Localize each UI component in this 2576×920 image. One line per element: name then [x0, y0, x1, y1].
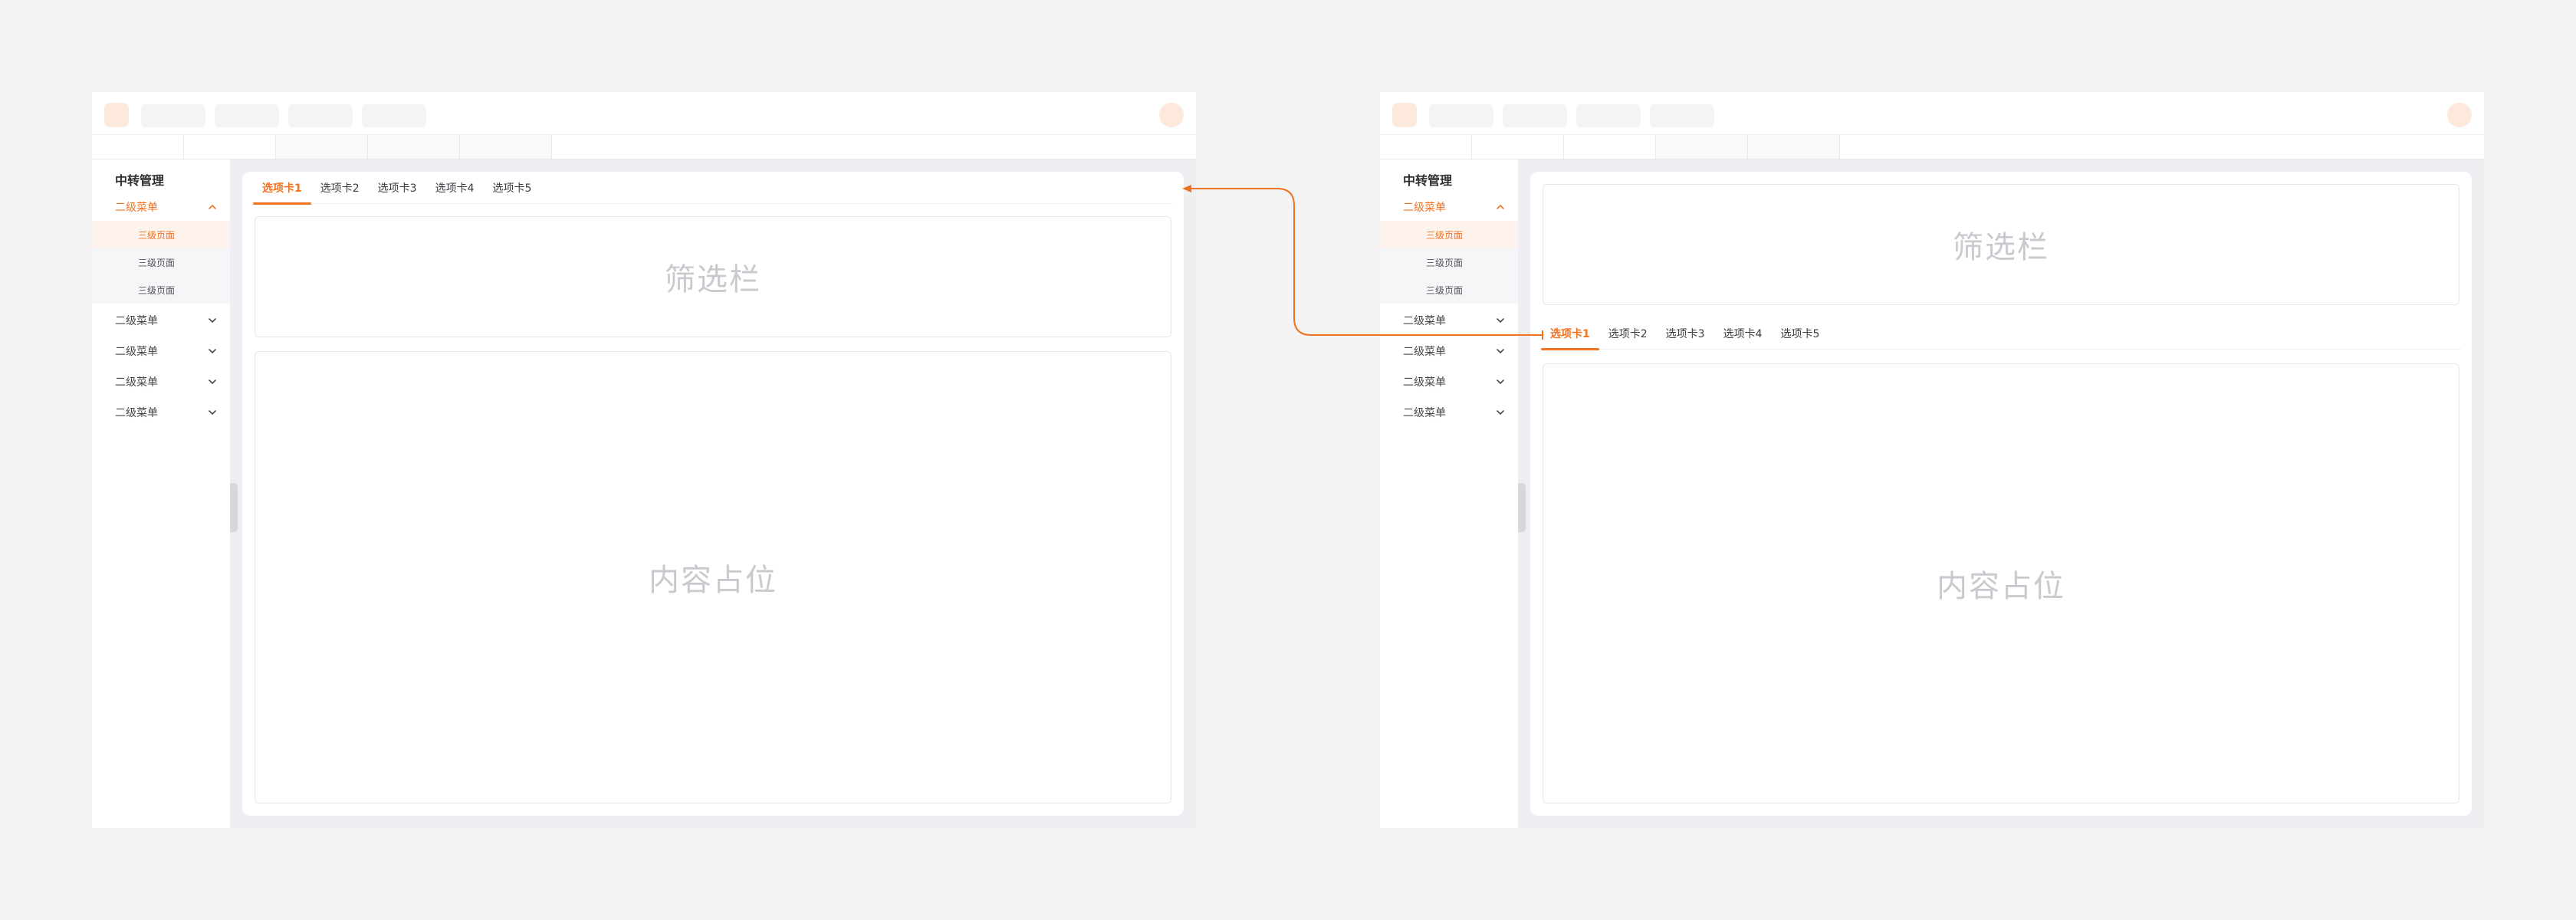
page-tab-placeholder[interactable] — [1380, 135, 1472, 159]
nav-placeholder[interactable] — [1650, 104, 1714, 127]
tab-4[interactable]: 选项卡4 — [426, 172, 484, 204]
nav-placeholder[interactable] — [215, 104, 279, 127]
filter-bar-placeholder: 筛选栏 — [1543, 184, 2459, 305]
chevron-down-icon — [1495, 376, 1506, 387]
menu-item-label: 二级菜单 — [1403, 346, 1446, 358]
nav-placeholder[interactable] — [1576, 104, 1641, 127]
sub-item-label: 三级页面 — [1426, 230, 1464, 241]
menu-item-label: 二级菜单 — [115, 315, 158, 327]
page-tab-placeholder[interactable] — [1564, 135, 1656, 159]
sidebar-collapse-handle[interactable] — [230, 483, 238, 532]
sidebar-sub-item[interactable]: 三级页面 — [92, 276, 230, 304]
page-tab-placeholder[interactable] — [276, 135, 368, 159]
tab-2[interactable]: 选项卡2 — [1599, 317, 1657, 350]
sidebar-title: 中转管理 — [1403, 173, 1453, 188]
menu-item-label: 二级菜单 — [115, 376, 158, 389]
menu-item-label: 二级菜单 — [1403, 407, 1446, 419]
sidebar-sub-item[interactable]: 三级页面 — [1380, 276, 1518, 304]
content-card: 筛选栏 选项卡1 选项卡2 选项卡3 选项卡4 选项卡5 内容占位 — [1530, 172, 2472, 816]
sidebar: 中转管理 二级菜单 三级页面 三级页面 三级页面 二级菜单 二级菜单 二级菜单 … — [92, 159, 230, 828]
logo-placeholder — [1392, 103, 1417, 127]
tab-1[interactable]: 选项卡1 — [253, 172, 311, 205]
tab-5[interactable]: 选项卡5 — [484, 172, 541, 204]
content-label: 内容占位 — [649, 563, 777, 598]
filter-bar-label: 筛选栏 — [1953, 230, 2049, 265]
sidebar-menu-item[interactable]: 二级菜单 — [1380, 337, 1518, 365]
chevron-down-icon — [207, 346, 218, 356]
menu-item-label: 二级菜单 — [1403, 202, 1446, 214]
tab-4[interactable]: 选项卡4 — [1714, 317, 1772, 350]
chevron-down-icon — [207, 407, 218, 418]
page-tab-placeholder[interactable] — [368, 135, 460, 159]
logo-placeholder — [104, 103, 129, 127]
avatar[interactable] — [2447, 103, 2472, 127]
sidebar-collapse-handle[interactable] — [1518, 483, 1526, 532]
page-tab-placeholder[interactable] — [1656, 135, 1748, 159]
tab-bar: 选项卡1 选项卡2 选项卡3 选项卡4 选项卡5 — [253, 172, 1173, 205]
page-tab-placeholder[interactable] — [1472, 135, 1564, 159]
tab-3[interactable]: 选项卡3 — [1657, 317, 1714, 350]
filter-bar-placeholder: 筛选栏 — [255, 216, 1171, 337]
layout-variant-left: 中转管理 二级菜单 三级页面 三级页面 三级页面 二级菜单 二级菜单 二级菜单 … — [92, 92, 1196, 828]
layout-variant-right: 中转管理 二级菜单 三级页面 三级页面 三级页面 二级菜单 二级菜单 二级菜单 … — [1380, 92, 2484, 828]
menu-item-label: 二级菜单 — [115, 407, 158, 419]
tab-3[interactable]: 选项卡3 — [369, 172, 426, 204]
tab-5[interactable]: 选项卡5 — [1772, 317, 1829, 350]
sidebar-menu-item[interactable]: 二级菜单 — [92, 337, 230, 365]
sidebar-menu-item[interactable]: 二级菜单 — [92, 368, 230, 396]
page-tab-placeholder[interactable] — [184, 135, 276, 159]
tab-bar: 选项卡1 选项卡2 选项卡3 选项卡4 选项卡5 — [1541, 317, 2461, 350]
sub-item-label: 三级页面 — [138, 285, 176, 296]
tab-1[interactable]: 选项卡1 — [1541, 317, 1599, 350]
sidebar-menu-item[interactable]: 二级菜单 — [92, 307, 230, 334]
nav-placeholder[interactable] — [1503, 104, 1567, 127]
chevron-down-icon — [1495, 407, 1506, 418]
filter-bar-label: 筛选栏 — [665, 262, 761, 297]
top-header — [92, 92, 1196, 135]
nav-placeholder[interactable] — [1429, 104, 1493, 127]
content-placeholder: 内容占位 — [255, 351, 1171, 803]
page-tab-placeholder[interactable] — [92, 135, 184, 159]
sidebar-menu-item[interactable]: 二级菜单 — [92, 399, 230, 426]
page-tab-strip — [1380, 135, 2484, 159]
sidebar-sub-item[interactable]: 三级页面 — [1380, 248, 1518, 276]
page-tab-placeholder[interactable] — [1748, 135, 1840, 159]
top-header — [1380, 92, 2484, 135]
sidebar-menu-item[interactable]: 二级菜单 — [92, 193, 230, 221]
menu-item-label: 二级菜单 — [115, 346, 158, 358]
content-label: 内容占位 — [1937, 569, 2065, 604]
sidebar: 中转管理 二级菜单 三级页面 三级页面 三级页面 二级菜单 二级菜单 二级菜单 … — [1380, 159, 1518, 828]
nav-placeholder[interactable] — [141, 104, 205, 127]
sidebar-sub-item[interactable]: 三级页面 — [92, 221, 230, 248]
chevron-up-icon — [1495, 202, 1506, 212]
page-tab-placeholder[interactable] — [460, 135, 552, 159]
chevron-down-icon — [207, 376, 218, 387]
sidebar-menu-item[interactable]: 二级菜单 — [1380, 368, 1518, 396]
sidebar-sub-item[interactable]: 三级页面 — [1380, 221, 1518, 248]
sub-item-label: 三级页面 — [1426, 285, 1464, 296]
chevron-up-icon — [207, 202, 218, 212]
avatar[interactable] — [1159, 103, 1184, 127]
chevron-down-icon — [1495, 346, 1506, 356]
sidebar-menu-item[interactable]: 二级菜单 — [1380, 193, 1518, 221]
content-card: 选项卡1 选项卡2 选项卡3 选项卡4 选项卡5 筛选栏 内容占位 — [242, 172, 1184, 816]
tab-2[interactable]: 选项卡2 — [311, 172, 369, 204]
sidebar-sub-item[interactable]: 三级页面 — [92, 248, 230, 276]
chevron-down-icon — [1495, 315, 1506, 326]
sub-item-label: 三级页面 — [138, 258, 176, 268]
sidebar-menu-item[interactable]: 二级菜单 — [1380, 307, 1518, 334]
nav-placeholder[interactable] — [288, 104, 353, 127]
sub-item-label: 三级页面 — [1426, 258, 1464, 268]
content-placeholder: 内容占位 — [1543, 363, 2459, 803]
menu-item-label: 二级菜单 — [115, 202, 158, 214]
sidebar-title: 中转管理 — [115, 173, 165, 188]
page-tab-strip — [92, 135, 1196, 159]
sub-item-label: 三级页面 — [138, 230, 176, 241]
menu-item-label: 二级菜单 — [1403, 376, 1446, 389]
nav-placeholder[interactable] — [362, 104, 426, 127]
menu-item-label: 二级菜单 — [1403, 315, 1446, 327]
chevron-down-icon — [207, 315, 218, 326]
sidebar-menu-item[interactable]: 二级菜单 — [1380, 399, 1518, 426]
